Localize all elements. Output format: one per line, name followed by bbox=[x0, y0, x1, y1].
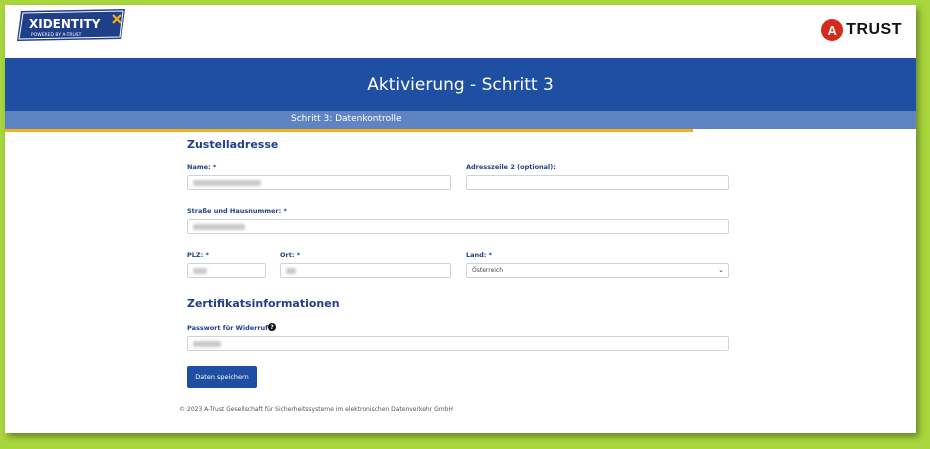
password-value-redacted bbox=[193, 341, 221, 347]
certificate-section-title: Zertifikatsinformationen bbox=[187, 297, 340, 310]
page-frame: XIDENTITY POWERED BY A-TRUST A TRUST Akt… bbox=[5, 5, 916, 433]
zip-label: PLZ: * bbox=[187, 251, 209, 259]
footer: © 2023 A-Trust Gesellschaft für Sicherhe… bbox=[179, 406, 453, 413]
xidentity-logo-tagline: POWERED BY A-TRUST bbox=[31, 32, 82, 38]
step-progress-bar: Schritt 3: Datenkontrolle bbox=[5, 111, 916, 129]
country-select[interactable]: Österreich ⌄ bbox=[466, 263, 729, 278]
city-input[interactable] bbox=[280, 263, 451, 278]
page-title: Aktivierung - Schritt 3 bbox=[367, 74, 554, 95]
zip-input[interactable] bbox=[187, 263, 266, 278]
street-value-redacted bbox=[193, 224, 245, 230]
address2-label: Adresszeile 2 (optional): bbox=[466, 163, 556, 171]
step-label: Schritt 3: Datenkontrolle bbox=[291, 114, 402, 124]
street-input[interactable] bbox=[187, 219, 729, 234]
page-banner: Aktivierung - Schritt 3 bbox=[5, 58, 916, 111]
password-label: Passwort für Widerruf: * bbox=[187, 324, 277, 332]
password-input[interactable] bbox=[187, 336, 729, 351]
xidentity-logo-text: XIDENTITY bbox=[29, 17, 101, 31]
country-value: Österreich bbox=[472, 267, 504, 274]
city-label: Ort: * bbox=[280, 251, 301, 259]
name-label: Name: * bbox=[187, 163, 217, 171]
step-progress-fill bbox=[5, 129, 693, 132]
save-button[interactable]: Daten speichern bbox=[187, 366, 257, 388]
copyright-icon: © bbox=[179, 406, 185, 413]
help-icon[interactable]: ? bbox=[268, 323, 276, 331]
country-label: Land: * bbox=[466, 251, 493, 259]
zip-value-redacted bbox=[193, 268, 207, 274]
name-value-redacted bbox=[193, 180, 261, 186]
footer-text: 2023 A-Trust Gesellschaft für Sicherheit… bbox=[187, 406, 453, 413]
address2-input[interactable] bbox=[466, 175, 729, 190]
atrust-logo[interactable]: A TRUST bbox=[821, 19, 902, 41]
atrust-logo-mark: A bbox=[821, 19, 844, 41]
address-section-title: Zustelladresse bbox=[187, 138, 279, 151]
xidentity-logo[interactable]: XIDENTITY POWERED BY A-TRUST bbox=[17, 9, 129, 43]
city-value-redacted bbox=[286, 268, 296, 274]
chevron-down-icon: ⌄ bbox=[718, 266, 724, 274]
name-input[interactable] bbox=[187, 175, 451, 190]
atrust-logo-text: TRUST bbox=[846, 21, 902, 38]
street-label: Straße und Hausnummer: * bbox=[187, 207, 287, 215]
